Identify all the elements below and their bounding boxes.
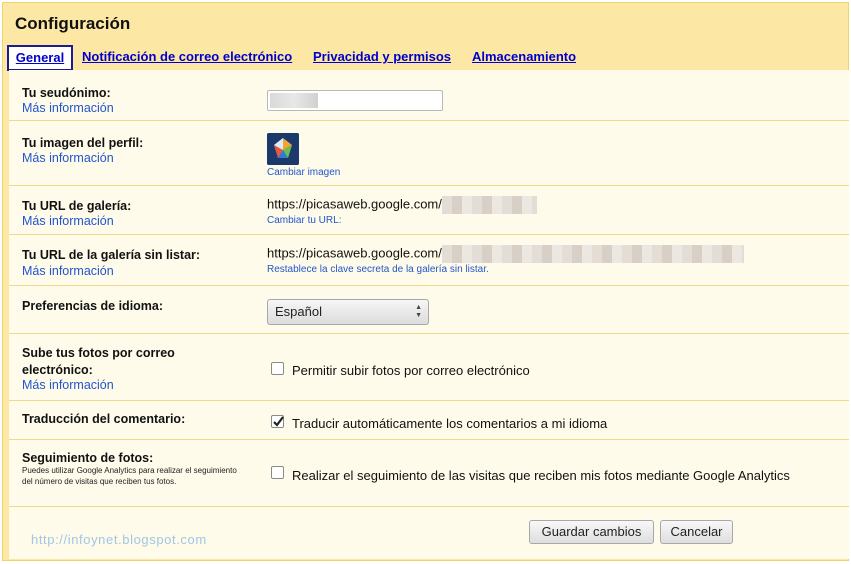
settings-panel: Tu seudónimo: Más información Tu imagen … xyxy=(9,70,849,559)
email-upload-more-info-link[interactable]: Más información xyxy=(22,378,114,392)
checkmark-icon xyxy=(273,416,284,427)
unlisted-url-label: Tu URL de la galería sin listar: xyxy=(22,248,201,262)
redacted-value xyxy=(441,196,537,214)
nickname-label: Tu seudónimo: xyxy=(22,86,111,100)
row-gallery-url: Tu URL de galería: Más información https… xyxy=(9,186,849,235)
gallery-url-text: https://picasaweb.google.com/ xyxy=(267,196,442,212)
tab-general[interactable]: General xyxy=(7,45,73,71)
select-arrows-icon: ▲ ▼ xyxy=(415,304,422,319)
photo-tracking-checkbox[interactable] xyxy=(271,466,284,479)
email-upload-checkbox-label[interactable]: Permitir subir fotos por correo electrón… xyxy=(292,363,530,378)
row-profile-image: Tu imagen del perfil: Más información xyxy=(9,121,849,186)
row-nickname: Tu seudónimo: Más información xyxy=(9,70,849,121)
tab-privacy-permissions[interactable]: Privacidad y permisos xyxy=(313,45,451,69)
change-image-link[interactable]: Cambiar imagen xyxy=(267,167,340,178)
language-label: Preferencias de idioma: xyxy=(22,299,164,313)
email-upload-checkbox[interactable] xyxy=(271,362,284,375)
redacted-value xyxy=(441,245,744,263)
avatar-icon xyxy=(267,133,299,165)
language-select[interactable]: Español ▲ ▼ xyxy=(267,299,429,325)
settings-frame: Configuración General Notificación de co… xyxy=(2,2,849,561)
reset-secret-key-link[interactable]: Restablece la clave secreta de la galerí… xyxy=(267,264,489,275)
cancel-button[interactable]: Cancelar xyxy=(660,520,733,544)
row-unlisted-url: Tu URL de la galería sin listar: Más inf… xyxy=(9,235,849,286)
photo-tracking-description: Puedes utilizar Google Analytics para re… xyxy=(22,466,237,486)
translation-label: Traducción del comentario: xyxy=(22,412,186,426)
tab-storage[interactable]: Almacenamiento xyxy=(472,45,576,69)
unlisted-url-text: https://picasaweb.google.com/ xyxy=(267,245,442,261)
row-translation: Traducción del comentario: Traducir auto… xyxy=(9,401,849,440)
translation-checkbox-label[interactable]: Traducir automáticamente los comentarios… xyxy=(292,416,607,431)
watermark-text: http://infoynet.blogspot.com xyxy=(31,532,207,547)
nickname-more-info-link[interactable]: Más información xyxy=(22,101,114,115)
save-changes-button[interactable]: Guardar cambios xyxy=(529,520,654,544)
unlisted-url-more-info-link[interactable]: Más información xyxy=(22,264,114,278)
tab-email-notification[interactable]: Notificación de correo electrónico xyxy=(82,45,292,69)
gallery-url-label: Tu URL de galería: xyxy=(22,199,132,213)
row-email-upload: Sube tus fotos por correo electrónico: M… xyxy=(9,334,849,401)
gallery-url-value: https://picasaweb.google.com/ xyxy=(267,196,537,214)
change-url-link[interactable]: Cambiar tu URL: xyxy=(267,215,341,226)
gallery-url-more-info-link[interactable]: Más información xyxy=(22,214,114,228)
profile-avatar xyxy=(267,133,299,165)
redacted-value xyxy=(270,93,318,108)
language-selected-value: Español xyxy=(275,304,322,319)
profile-image-more-info-link[interactable]: Más información xyxy=(22,151,114,165)
row-photo-tracking: Seguimiento de fotos: Puedes utilizar Go… xyxy=(9,440,849,507)
unlisted-url-value: https://picasaweb.google.com/ xyxy=(267,245,744,263)
translation-checkbox[interactable] xyxy=(271,415,284,428)
nickname-input[interactable] xyxy=(267,90,443,111)
profile-image-label: Tu imagen del perfil: xyxy=(22,136,144,150)
photo-tracking-checkbox-label[interactable]: Realizar el seguimiento de las visitas q… xyxy=(292,468,790,483)
page-title: Configuración xyxy=(15,14,131,33)
email-upload-label: Sube tus fotos por correo electrónico: xyxy=(22,346,175,377)
row-language: Preferencias de idioma: xyxy=(9,286,849,334)
